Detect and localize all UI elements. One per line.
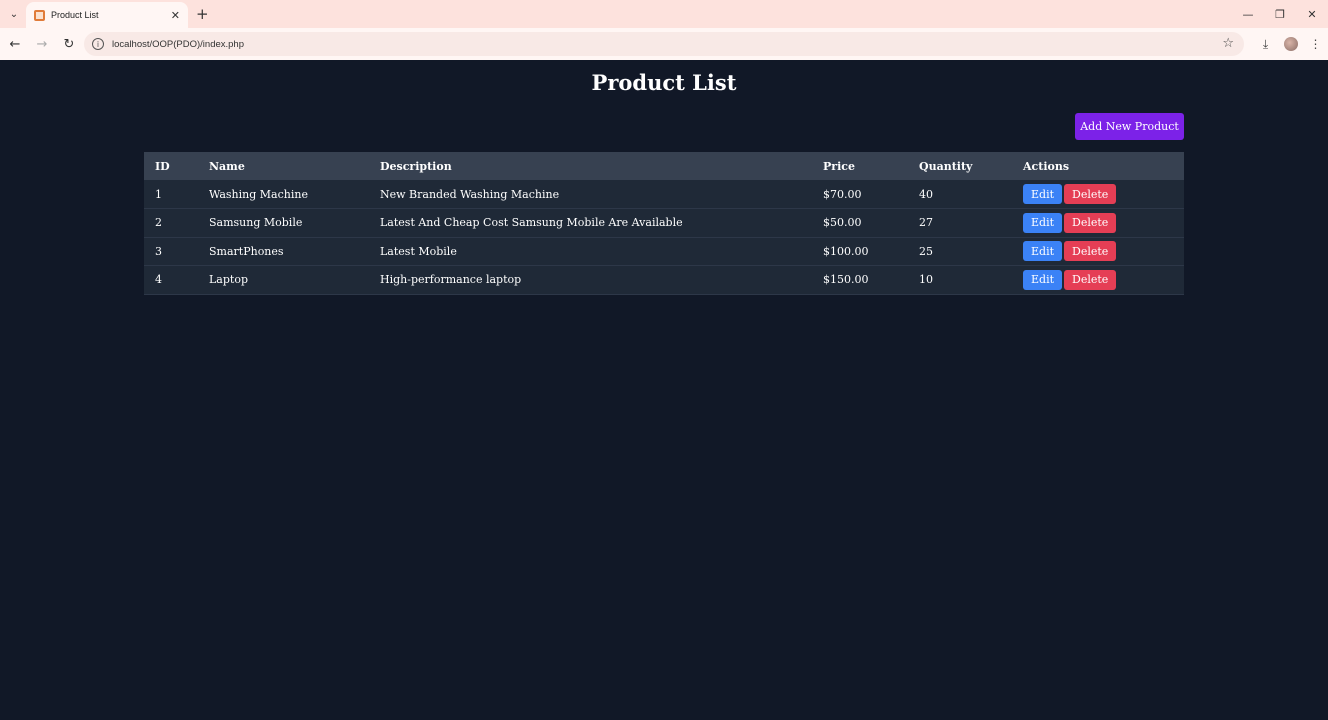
header-quantity: Quantity [919, 159, 973, 173]
product-table: ID Name Description Price Quantity Actio… [144, 152, 1184, 295]
cell-actions: Edit Delete [1012, 209, 1184, 238]
cell-price: $150.00 [823, 273, 869, 287]
tab-bar: ⌄ Product List ✕ + — ❐ ✕ [0, 0, 1328, 28]
tab-title: Product List [51, 10, 99, 20]
cell-quantity: 25 [919, 244, 933, 258]
cell-name: Laptop [209, 273, 248, 287]
cell-description: New Branded Washing Machine [380, 187, 560, 201]
cell-actions: Edit Delete [1012, 237, 1184, 266]
address-bar[interactable]: i localhost/OOP(PDO)/index.php ☆ [84, 32, 1244, 56]
minimize-icon[interactable]: — [1232, 0, 1264, 28]
url-text[interactable]: localhost/OOP(PDO)/index.php [112, 39, 244, 50]
header-name: Name [209, 159, 245, 173]
cell-id: 4 [155, 273, 162, 287]
reload-icon[interactable]: ↻ [57, 32, 81, 56]
toolbar-right: ⤓ ⋮ [1253, 28, 1328, 60]
tab-search-icon[interactable]: ⌄ [6, 6, 22, 22]
menu-icon[interactable]: ⋮ [1303, 32, 1328, 56]
table-row: 2 Samsung Mobile Latest And Cheap Cost S… [144, 208, 1184, 238]
delete-button[interactable]: Delete [1064, 269, 1117, 290]
cell-name: Washing Machine [209, 187, 308, 201]
profile-avatar[interactable] [1278, 32, 1303, 56]
avatar [1283, 37, 1298, 51]
edit-button[interactable]: Edit [1023, 269, 1063, 290]
site-info-icon[interactable]: i [92, 38, 104, 50]
download-icon[interactable]: ⤓ [1253, 32, 1278, 56]
table-row: 4 Laptop High-performance laptop $150.00… [144, 265, 1184, 295]
edit-button[interactable]: Edit [1023, 212, 1063, 233]
cell-id: 1 [155, 187, 162, 201]
cell-price: $50.00 [823, 216, 862, 230]
delete-button[interactable]: Delete [1064, 184, 1117, 204]
add-new-product-button[interactable]: Add New Product [1075, 113, 1184, 140]
forward-icon[interactable]: → [30, 32, 54, 56]
header-price: Price [823, 159, 855, 173]
cell-quantity: 10 [919, 273, 933, 287]
cell-quantity: 40 [919, 187, 933, 201]
cell-description: Latest Mobile [380, 244, 457, 258]
cell-actions: Edit Delete [1012, 180, 1184, 209]
bookmark-star-icon[interactable]: ☆ [1222, 36, 1234, 51]
favicon-icon [34, 9, 45, 21]
window-controls: — ❐ ✕ [1232, 0, 1328, 28]
edit-button[interactable]: Edit [1023, 184, 1063, 204]
cell-name: SmartPhones [209, 244, 284, 258]
new-tab-icon[interactable]: + [196, 5, 209, 23]
edit-button[interactable]: Edit [1023, 241, 1063, 262]
back-icon[interactable]: ← [3, 32, 27, 56]
cell-description: High-performance laptop [380, 273, 522, 287]
cell-id: 3 [155, 244, 162, 258]
browser-toolbar: ← → ↻ i localhost/OOP(PDO)/index.php ☆ ⤓… [0, 28, 1328, 60]
cell-actions: Edit Delete [1012, 266, 1184, 295]
delete-button[interactable]: Delete [1064, 212, 1117, 233]
header-description: Description [380, 159, 452, 173]
cell-id: 2 [155, 216, 162, 230]
table-row: 3 SmartPhones Latest Mobile $100.00 25 E… [144, 237, 1184, 266]
page-title: Product List [591, 70, 737, 95]
table-header-row: ID Name Description Price Quantity Actio… [144, 152, 1184, 180]
header-id: ID [155, 159, 170, 173]
close-window-icon[interactable]: ✕ [1296, 0, 1328, 28]
close-tab-icon[interactable]: ✕ [171, 9, 180, 22]
restore-icon[interactable]: ❐ [1264, 0, 1296, 28]
cell-description: Latest And Cheap Cost Samsung Mobile Are… [380, 216, 683, 230]
browser-tab[interactable]: Product List ✕ [26, 2, 188, 28]
browser-chrome: ⌄ Product List ✕ + — ❐ ✕ ← → ↻ i localho… [0, 0, 1328, 60]
cell-name: Samsung Mobile [209, 216, 303, 230]
page-content: Product List Add New Product ID Name Des… [0, 60, 1328, 720]
delete-button[interactable]: Delete [1064, 241, 1117, 262]
cell-quantity: 27 [919, 216, 933, 230]
header-actions: Actions [1023, 159, 1070, 173]
cell-price: $70.00 [823, 187, 862, 201]
cell-price: $100.00 [823, 244, 869, 258]
table-row: 1 Washing Machine New Branded Washing Ma… [144, 180, 1184, 209]
